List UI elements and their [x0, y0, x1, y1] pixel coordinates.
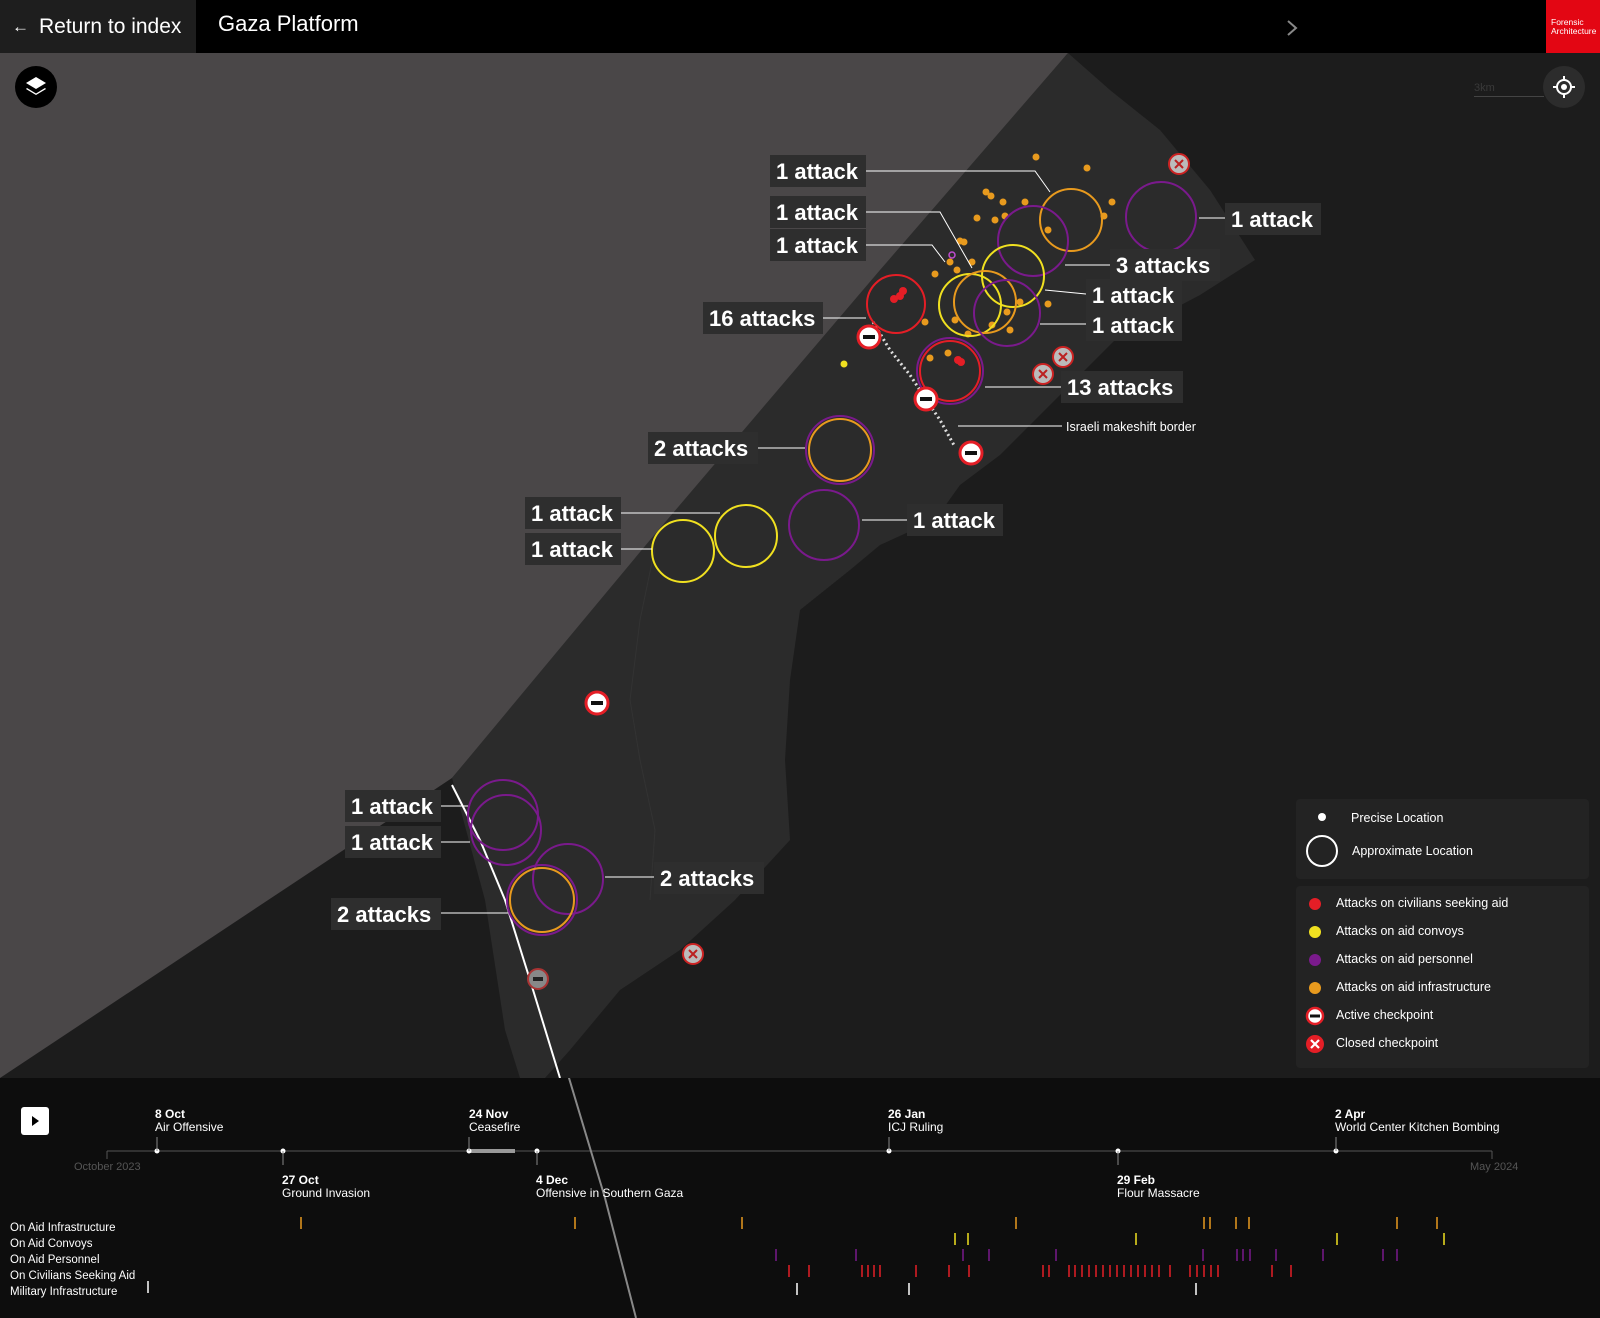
purple-dot-icon: [1309, 954, 1321, 966]
location-legend: Precise Location Approximate Location: [1296, 799, 1589, 879]
legend-closed-checkpoint[interactable]: Closed checkpoint: [1296, 1034, 1589, 1054]
svg-text:2 attacks: 2 attacks: [654, 436, 748, 461]
svg-text:1 attack: 1 attack: [1092, 283, 1175, 308]
event-ground-invasion[interactable]: 27 Oct Ground Invasion: [282, 1174, 370, 1200]
play-icon: [32, 1116, 39, 1126]
svg-text:2 attacks: 2 attacks: [660, 866, 754, 891]
top-bar: ← Return to index Gaza Platform Forensic…: [0, 0, 1600, 53]
timeline-row-aid-convoys: On Aid Convoys: [10, 1238, 93, 1250]
layers-icon: [26, 77, 46, 95]
timeline-range-handle: [469, 1149, 515, 1153]
svg-text:13 attacks: 13 attacks: [1067, 375, 1173, 400]
event-southern-offensive[interactable]: 4 Dec Offensive in Southern Gaza: [536, 1174, 683, 1200]
yellow-dot-icon: [1309, 926, 1321, 938]
red-dot-icon: [1309, 898, 1321, 910]
active-checkpoint-icon: [1305, 1006, 1325, 1026]
svg-text:1 attack: 1 attack: [776, 159, 859, 184]
event-ceasefire[interactable]: 24 Nov Ceasefire: [469, 1108, 520, 1134]
play-button[interactable]: [21, 1107, 49, 1135]
legend-personnel[interactable]: Attacks on aid personnel: [1296, 950, 1589, 970]
approximate-location-icon: [1306, 835, 1338, 867]
timeline-ticks: [147, 1217, 1445, 1295]
event-icj-ruling[interactable]: 26 Jan ICJ Ruling: [888, 1108, 943, 1134]
layers-button[interactable]: [15, 66, 57, 108]
svg-text:1 attack: 1 attack: [1231, 207, 1314, 232]
svg-text:1 attack: 1 attack: [351, 830, 434, 855]
svg-text:3 attacks: 3 attacks: [1116, 253, 1210, 278]
scale-bar-label: 3km: [1474, 82, 1495, 94]
chevron-right-icon[interactable]: [1282, 18, 1302, 38]
legend-convoys[interactable]: Attacks on aid convoys: [1296, 922, 1589, 942]
timeline-row-aid-infrastructure: On Aid Infrastructure: [10, 1222, 116, 1234]
precise-location-icon: [1318, 813, 1326, 821]
svg-text:1 attack: 1 attack: [531, 501, 614, 526]
locate-button[interactable]: [1543, 66, 1585, 108]
event-wck-bombing[interactable]: 2 Apr World Center Kitchen Bombing: [1335, 1108, 1500, 1134]
svg-text:2 attacks: 2 attacks: [337, 902, 431, 927]
return-to-index-label: Return to index: [39, 14, 182, 38]
timeline-row-military: Military Infrastructure: [10, 1286, 118, 1298]
scale-bar: [1474, 96, 1544, 97]
crosshair-icon: [1553, 76, 1575, 98]
orange-dot-icon: [1309, 982, 1321, 994]
arrow-left-icon: ←: [12, 16, 29, 36]
svg-text:1 attack: 1 attack: [913, 508, 996, 533]
timeline-start-label: October 2023: [74, 1161, 141, 1173]
category-legend: Attacks on civilians seeking aid Attacks…: [1296, 886, 1589, 1068]
timeline-end-label: May 2024: [1470, 1161, 1519, 1173]
legend-precise-location: Precise Location: [1296, 808, 1589, 828]
svg-text:1 attack: 1 attack: [1092, 313, 1175, 338]
event-flour-massacre[interactable]: 29 Feb Flour Massacre: [1117, 1174, 1200, 1200]
legend-active-checkpoint[interactable]: Active checkpoint: [1296, 1006, 1589, 1026]
border-label: Israeli makeshift border: [1066, 420, 1196, 434]
closed-checkpoint-icon: [1306, 1035, 1324, 1053]
legend-approximate-location: Approximate Location: [1296, 835, 1589, 875]
page-title: Gaza Platform: [218, 11, 359, 36]
svg-text:1 attack: 1 attack: [776, 200, 859, 225]
svg-text:16 attacks: 16 attacks: [709, 306, 815, 331]
svg-text:1 attack: 1 attack: [531, 537, 614, 562]
svg-text:1 attack: 1 attack: [776, 233, 859, 258]
forensic-architecture-logo[interactable]: Forensic Architecture: [1546, 0, 1600, 53]
svg-text:1 attack: 1 attack: [351, 794, 434, 819]
timeline-row-civilians: On Civilians Seeking Aid: [10, 1270, 136, 1282]
legend-civilians[interactable]: Attacks on civilians seeking aid: [1296, 894, 1589, 914]
event-air-offensive[interactable]: 8 Oct Air Offensive: [155, 1108, 223, 1134]
legend-infrastructure[interactable]: Attacks on aid infrastructure: [1296, 978, 1589, 998]
timeline-row-aid-personnel: On Aid Personnel: [10, 1254, 100, 1266]
return-to-index-button[interactable]: ← Return to index: [0, 0, 196, 53]
